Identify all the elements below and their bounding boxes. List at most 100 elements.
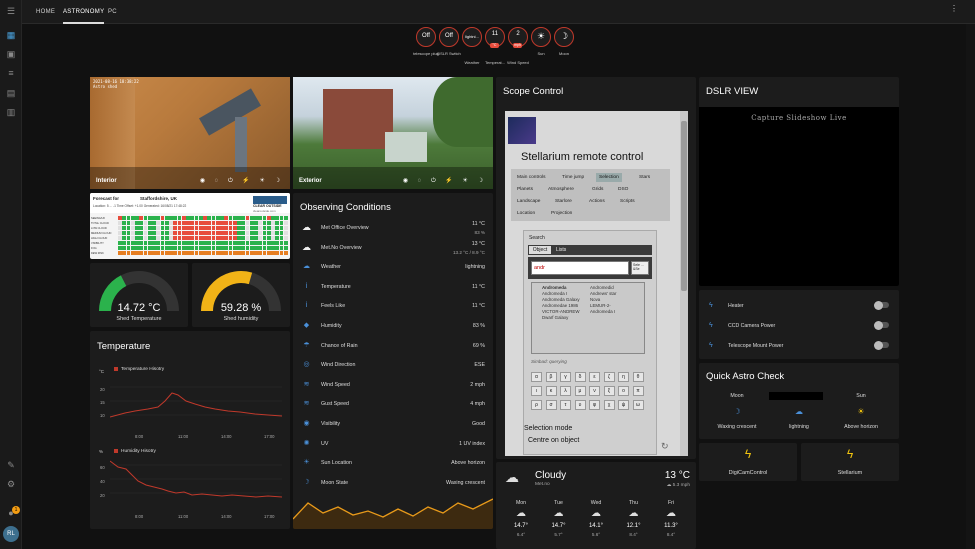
observing-row[interactable]: ⅰ Temperature 11 °C — [293, 277, 492, 297]
greek-key[interactable]: μ — [574, 386, 586, 396]
observing-row[interactable]: ⅰ Feels Like 11 °C — [293, 296, 492, 316]
digicamcontrol-button[interactable]: ϟ DigiCamControl — [699, 443, 797, 481]
toggle-switch[interactable] — [874, 300, 889, 310]
select-button[interactable]: Sele ... &Se — [631, 261, 649, 275]
tab-starlore[interactable]: Starlore — [552, 197, 575, 206]
selection-mode-value[interactable]: Centre on object — [528, 437, 579, 444]
search-result[interactable]: Dwarf Galaxy — [542, 315, 568, 320]
refresh-icon[interactable]: ↻ — [661, 441, 669, 452]
tab-scripts[interactable]: Scripts — [617, 197, 638, 206]
greek-key[interactable]: ψ — [618, 400, 629, 410]
observing-row[interactable]: ☀ Sun Location Above horizon — [293, 453, 492, 473]
clear-outside-forecast[interactable]: Forecast for Staffordshire, UK Location:… — [90, 193, 290, 259]
greek-key[interactable]: ρ — [531, 400, 542, 410]
object-search-input[interactable]: andr — [531, 261, 629, 275]
greek-key[interactable]: θ — [632, 372, 644, 382]
greek-key[interactable]: η — [618, 372, 629, 382]
search-result[interactable]: Andromeda Galaxy — [542, 297, 580, 302]
interior-camera[interactable]: 2021-08-16 18:38:22 Astro shed Interior ◉… — [90, 77, 290, 189]
greek-key[interactable]: ξ — [603, 386, 615, 396]
search-result[interactable]: Nova — [590, 297, 600, 302]
search-result[interactable]: LEMUR-2- — [590, 303, 611, 308]
observing-row[interactable]: ◉ Visibility Good — [293, 414, 492, 434]
tab-planets[interactable]: Planets — [514, 185, 536, 194]
toggle-switch[interactable] — [874, 320, 889, 330]
greek-key[interactable]: β — [545, 372, 557, 382]
badge-telescope-plug[interactable]: Off — [416, 27, 436, 47]
page-scrollbar[interactable] — [966, 24, 975, 549]
badge-weather[interactable]: lightni... — [462, 27, 482, 47]
tab-time-jump[interactable]: Time jump — [559, 173, 587, 182]
tab-landscape[interactable]: Landscape — [514, 197, 543, 206]
overview-icon[interactable]: ▦ — [6, 30, 16, 40]
exterior-camera[interactable]: Exterior ◉ ◌ ⏻ ⚡ ☀ ☽ — [293, 77, 493, 189]
greek-key[interactable]: υ — [574, 400, 586, 410]
greek-key[interactable]: ν — [589, 386, 600, 396]
search-result[interactable]: VICTOR-ANDREW — [542, 309, 579, 314]
subtab-object[interactable]: Object — [529, 246, 551, 254]
search-result[interactable]: Andromedid — [590, 285, 614, 290]
tab-main-controls[interactable]: Main controls — [514, 173, 549, 182]
greek-key[interactable]: ο — [618, 386, 629, 396]
greek-key[interactable]: τ — [560, 400, 571, 410]
user-avatar[interactable]: RL — [3, 526, 19, 542]
observing-row[interactable]: ◎ Wind Direction ESE — [293, 355, 492, 375]
tab-projection[interactable]: Projection — [548, 209, 575, 218]
more-options-icon[interactable]: ⋮ — [950, 5, 958, 13]
tab-location[interactable]: Location — [514, 209, 538, 218]
greek-key[interactable]: α — [531, 372, 542, 382]
search-result[interactable]: Andromeda I — [590, 309, 615, 314]
stellarium-button[interactable]: ϟ Stellarium — [801, 443, 899, 481]
toggle-row[interactable]: ϟ Heater — [699, 296, 898, 316]
badge-dslr-switch[interactable]: Off — [439, 27, 459, 47]
observing-row[interactable]: ≋ Gust Speed 4 mph — [293, 394, 492, 414]
map-icon[interactable]: ▣ — [6, 49, 16, 59]
tab-astronomy[interactable]: ASTRONOMY — [63, 0, 105, 24]
logbook-icon[interactable]: ≡ — [6, 68, 16, 78]
greek-key[interactable]: π — [632, 386, 644, 396]
search-results-list[interactable]: Andromeda Andromedid Andromeda I Andrews' s… — [531, 282, 645, 354]
gauge-shed-temperature[interactable]: 14.72 °C Shed Temperature — [90, 263, 188, 327]
tab-grids[interactable]: Grids — [589, 185, 606, 194]
camera-controls[interactable]: ◉ ◌ ⏻ ⚡ ☀ ☽ — [403, 177, 487, 185]
settings-icon[interactable]: ⚙ — [6, 479, 16, 489]
observing-row[interactable]: ☁ Weather lightning — [293, 257, 492, 277]
camera-controls[interactable]: ◉ ◌ ⏻ ⚡ ☀ ☽ — [200, 177, 284, 185]
observing-row[interactable]: ☁ Met.No Overview 13 °C 13.2 °C / 8.9 °C — [293, 238, 492, 258]
observing-row[interactable]: ☂ Chance of Rain 69 % — [293, 336, 492, 356]
tab-dso[interactable]: DSO — [615, 185, 631, 194]
tab-selection[interactable]: Selection — [596, 173, 622, 182]
menu-icon[interactable]: ☰ — [6, 6, 16, 16]
greek-key[interactable]: ζ — [603, 372, 615, 382]
stellarium-frame[interactable]: Stellarium remote control Main controls … — [505, 111, 688, 456]
search-result[interactable]: Andromeda I — [542, 291, 567, 296]
search-result[interactable]: Andrews' star — [590, 291, 616, 296]
greek-key[interactable]: ε — [589, 372, 600, 382]
greek-key[interactable]: γ — [560, 372, 571, 382]
observing-row[interactable]: ◆ Humidity 83 % — [293, 316, 492, 336]
badge-sun[interactable]: ☀ — [531, 27, 551, 47]
observing-row[interactable]: ≋ Wind Speed 2 mph — [293, 375, 492, 395]
search-result[interactable]: Andromedae 1986 — [542, 303, 578, 308]
toggle-row[interactable]: ϟ CCD Camera Power — [699, 316, 898, 336]
greek-key[interactable]: χ — [603, 400, 615, 410]
search-result[interactable]: Andromeda — [542, 285, 566, 290]
toggle-row[interactable]: ϟ Telescope Mount Power — [699, 336, 898, 356]
greek-key[interactable]: λ — [560, 386, 571, 396]
tab-stars[interactable]: Stars — [636, 173, 653, 182]
observing-row[interactable]: ✺ UV 1 UV index — [293, 434, 492, 454]
media-icon[interactable]: ▥ — [6, 107, 16, 117]
greek-key[interactable]: ι — [531, 386, 542, 396]
greek-key[interactable]: κ — [545, 386, 557, 396]
subtab-lists[interactable]: Lists — [556, 246, 566, 254]
observing-row[interactable]: ☁ Met Office Overview 11 °C 83 % — [293, 218, 492, 238]
dslr-live-view[interactable]: Capture Slideshow Live — [699, 107, 899, 286]
tab-atmosphere[interactable]: Atmosphere — [545, 185, 577, 194]
greek-key[interactable]: ω — [632, 400, 644, 410]
gauge-shed-humidity[interactable]: 59.28 % Shed humidity — [192, 263, 290, 327]
developer-tools-icon[interactable]: ✎ — [6, 460, 16, 470]
tab-home[interactable]: HOME — [36, 0, 55, 24]
greek-key[interactable]: σ — [545, 400, 557, 410]
greek-key[interactable]: δ — [574, 372, 586, 382]
toggle-switch[interactable] — [874, 340, 889, 350]
